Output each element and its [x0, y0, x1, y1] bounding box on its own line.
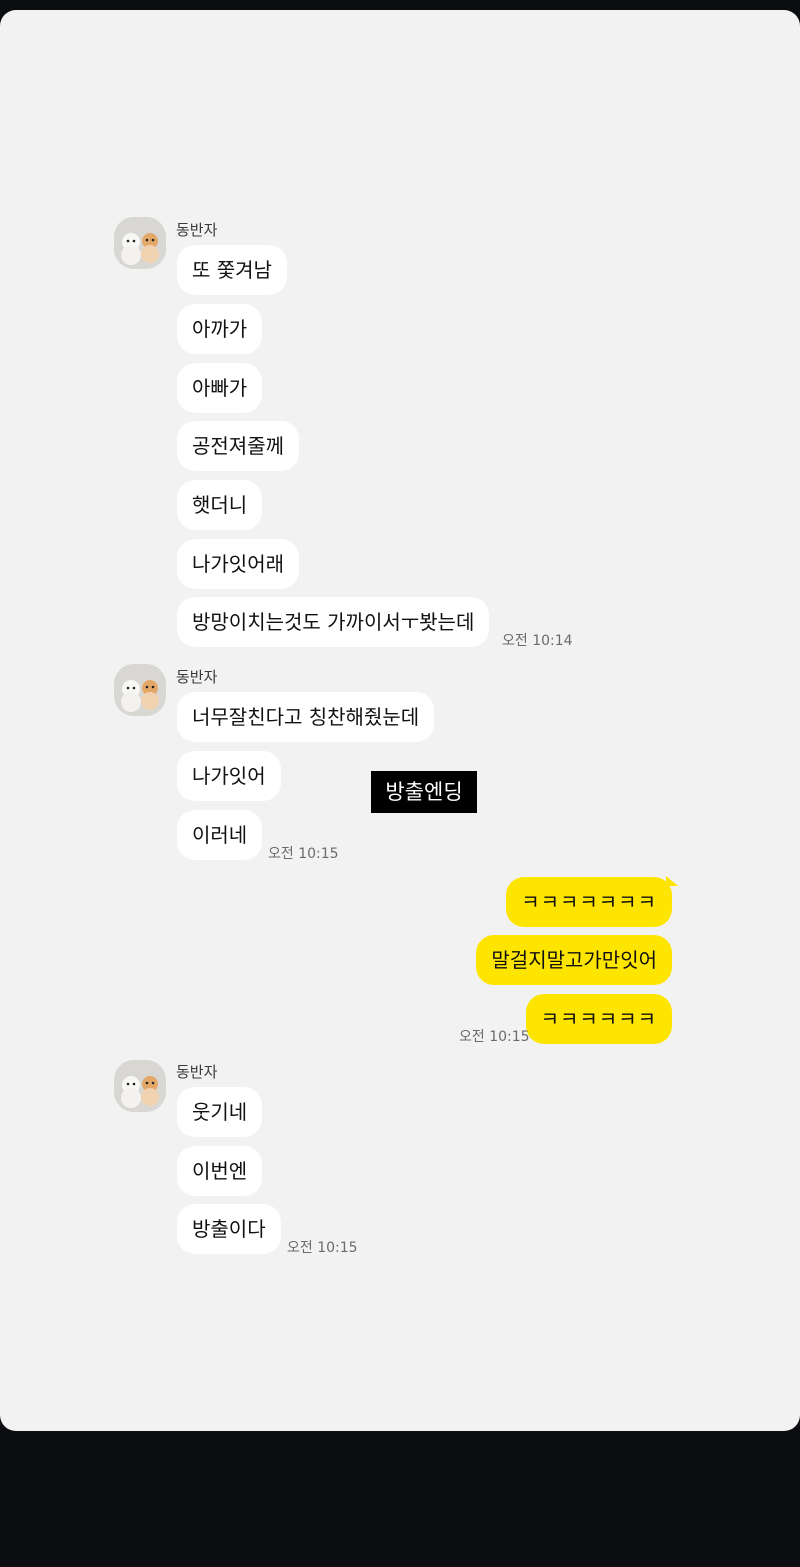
outgoing-message-bubble[interactable]: ㅋㅋㅋㅋㅋㅋㅋ: [506, 876, 678, 927]
message-timestamp: 오전 10:14: [502, 633, 573, 649]
avatar[interactable]: [114, 1060, 166, 1112]
chat-screen: 동반자 또 쫓겨남 아까가 아빠가 공전져줄께 햇더니 나가잇어래 방망이치는것…: [0, 10, 800, 1431]
message-bubble[interactable]: 공전져줄께: [177, 421, 299, 471]
dog-photo-icon: [114, 217, 166, 269]
dog-photo-icon: [114, 664, 166, 716]
outgoing-message-bubble[interactable]: ㅋㅋㅋㅋㅋㅋ: [525, 994, 672, 1044]
message-bubble[interactable]: 웃기네: [177, 1087, 263, 1137]
message-timestamp: 오전 10:15: [268, 846, 339, 862]
message-bubble[interactable]: 나가잇어래: [177, 539, 299, 589]
message-bubble[interactable]: 너무잘친다고 칭찬해줬눈데: [177, 692, 435, 742]
sender-name: 동반자: [176, 1063, 218, 1081]
message-bubble[interactable]: 방망이치는것도 가까이서ㅜ봣는데: [177, 597, 490, 647]
message-bubble[interactable]: 이번엔: [177, 1146, 263, 1196]
message-bubble[interactable]: 햇더니: [177, 480, 263, 530]
overlay-caption: 방출엔딩: [371, 771, 477, 813]
message-bubble[interactable]: 또 쫓겨남: [177, 245, 287, 295]
message-bubble[interactable]: 아빠가: [177, 363, 263, 413]
bottom-dark-area: [0, 1431, 800, 1567]
sender-name: 동반자: [176, 668, 218, 686]
avatar[interactable]: [114, 217, 166, 269]
sender-name: 동반자: [176, 221, 218, 239]
message-bubble[interactable]: 이러네: [177, 810, 263, 860]
message-timestamp: 오전 10:15: [287, 1240, 358, 1256]
dog-photo-icon: [114, 1060, 166, 1112]
message-timestamp: 오전 10:15: [459, 1029, 530, 1045]
message-bubble[interactable]: 아까가: [177, 304, 263, 354]
message-bubble[interactable]: 방출이다: [177, 1204, 281, 1254]
message-bubble[interactable]: 나가잇어: [177, 751, 281, 801]
outgoing-message-bubble[interactable]: 말걸지말고가만잇어: [476, 935, 672, 985]
avatar[interactable]: [114, 664, 166, 716]
